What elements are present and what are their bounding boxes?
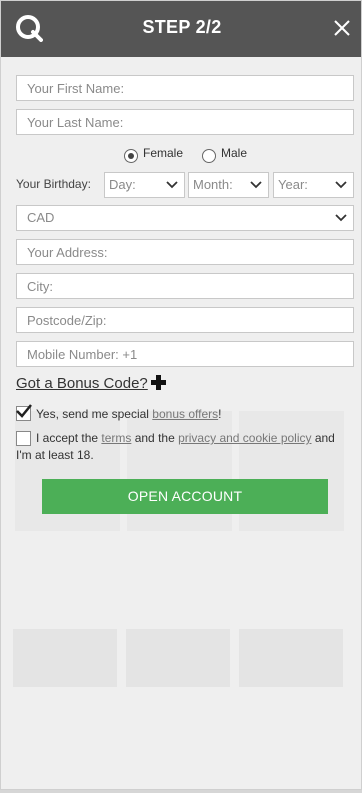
checkmark-icon xyxy=(16,404,32,418)
chevron-down-icon xyxy=(335,181,347,189)
birthday-label: Your Birthday: xyxy=(16,177,91,191)
day-select-value: Day: xyxy=(109,177,136,192)
male-label: Male xyxy=(221,146,248,160)
address-input[interactable] xyxy=(16,239,354,265)
offers-suffix-text: ! xyxy=(218,407,222,421)
bonus-code-link[interactable]: Got a Bonus Code? xyxy=(16,375,148,392)
chevron-down-icon xyxy=(166,181,178,189)
chevron-down-icon xyxy=(335,214,347,222)
mobile-number-input[interactable] xyxy=(16,341,354,367)
close-icon[interactable] xyxy=(331,17,353,39)
background-tile xyxy=(239,629,343,687)
year-select-value: Year: xyxy=(278,177,308,192)
last-name-input[interactable] xyxy=(16,109,354,135)
currency-select-value: CAD xyxy=(27,210,55,225)
plus-icon[interactable] xyxy=(151,375,166,390)
terms-prefix-text: I accept the xyxy=(36,431,102,445)
male-radio[interactable] xyxy=(202,149,216,163)
terms-text: I accept the terms and the privacy and c… xyxy=(16,430,346,464)
open-account-button[interactable]: OPEN ACCOUNT xyxy=(42,479,328,514)
background-tile xyxy=(126,629,230,687)
bonus-offers-link[interactable]: bonus offers xyxy=(152,407,218,421)
first-name-input[interactable] xyxy=(16,75,354,101)
bonus-offers-text: Yes, send me special bonus offers! xyxy=(36,406,221,423)
month-select-value: Month: xyxy=(193,177,233,192)
birthday-year-select[interactable]: Year: xyxy=(273,172,354,198)
city-input[interactable] xyxy=(16,273,354,299)
currency-select[interactable]: CAD xyxy=(16,205,354,231)
registration-modal: STEP 2/2 Female Male Your Birthday: Day:… xyxy=(0,0,362,790)
female-radio[interactable] xyxy=(124,149,138,163)
female-label: Female xyxy=(143,146,184,160)
terms-middle-text: and the xyxy=(131,431,179,445)
background-tile xyxy=(13,629,117,687)
offers-prefix-text: Yes, send me special xyxy=(36,407,153,421)
postcode-input[interactable] xyxy=(16,307,354,333)
terms-link[interactable]: terms xyxy=(101,431,131,445)
modal-header: STEP 2/2 xyxy=(1,1,361,57)
birthday-day-select[interactable]: Day: xyxy=(104,172,185,198)
privacy-policy-link[interactable]: privacy and cookie policy xyxy=(178,431,311,445)
chevron-down-icon xyxy=(250,181,262,189)
birthday-month-select[interactable]: Month: xyxy=(188,172,269,198)
modal-title: STEP 2/2 xyxy=(142,17,222,37)
